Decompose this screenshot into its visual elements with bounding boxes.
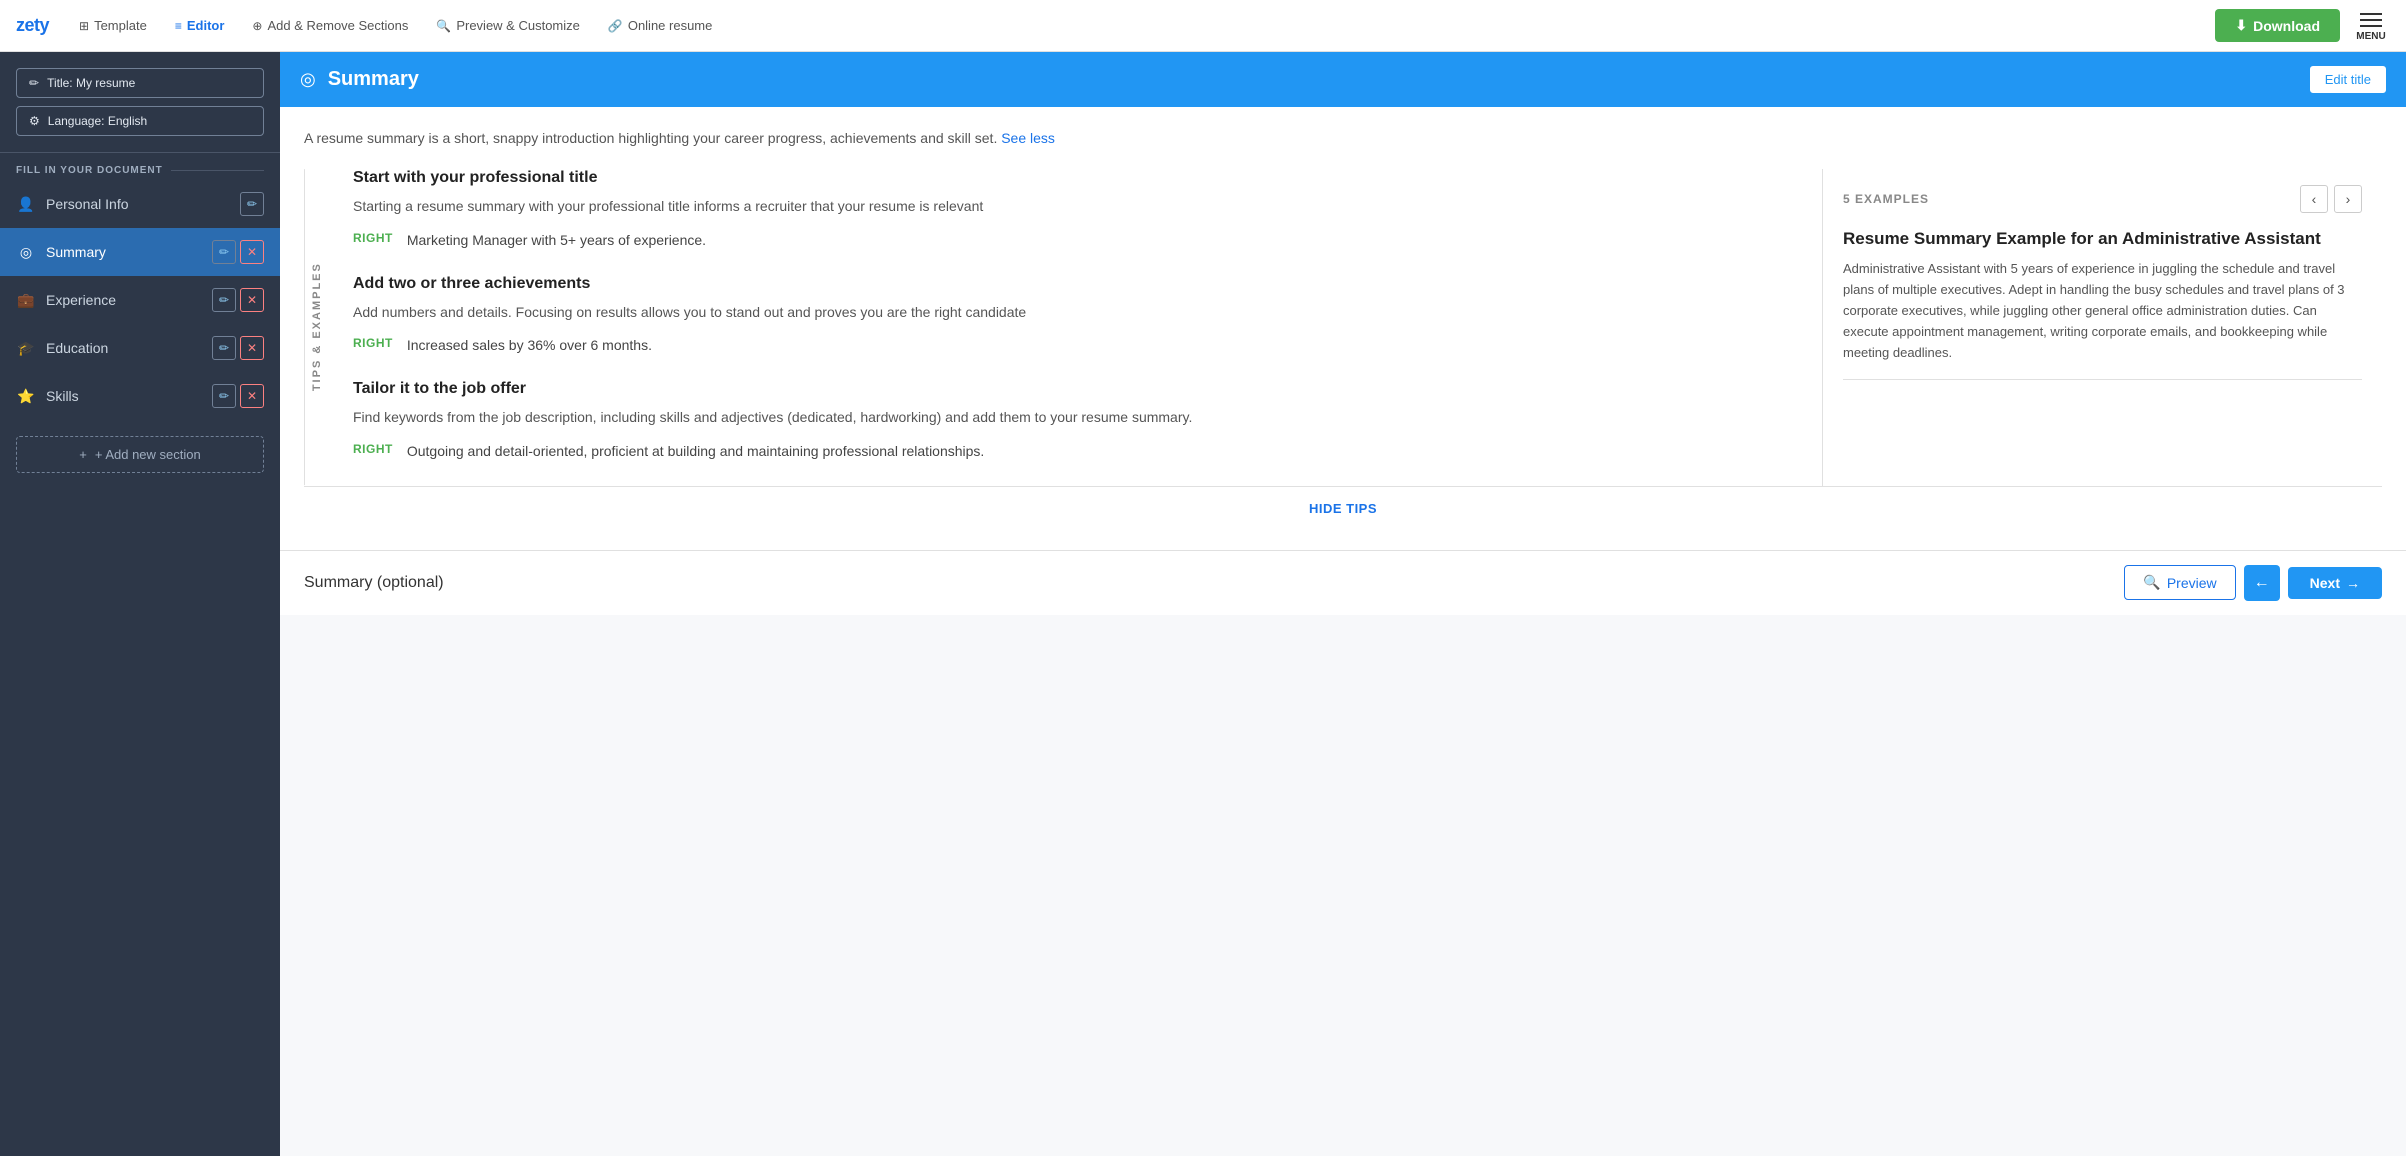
delete-summary-button[interactable]: ✕ bbox=[240, 240, 264, 264]
preview-customize-icon: 🔍 bbox=[436, 19, 451, 33]
sidebar-item-personal-info[interactable]: 👤 Personal Info ✏ bbox=[0, 180, 280, 228]
delete-experience-button[interactable]: ✕ bbox=[240, 288, 264, 312]
sidebar-item-experience[interactable]: 💼 Experience ✏ ✕ bbox=[0, 276, 280, 324]
title-button[interactable]: ✏ Title: My resume bbox=[16, 68, 264, 98]
examples-next-button[interactable]: › bbox=[2334, 185, 2362, 213]
top-navigation: zety ⊞ Template ≡ Editor ⊕ Add & Remove … bbox=[0, 0, 2406, 52]
nav-add-remove[interactable]: ⊕ Add & Remove Sections bbox=[242, 12, 418, 39]
hamburger-icon bbox=[2352, 9, 2390, 31]
graduation-icon: 🎓 bbox=[16, 340, 36, 357]
tip-2: Add two or three achievements Add number… bbox=[353, 275, 1798, 356]
language-button[interactable]: ⚙ Language: English bbox=[16, 106, 264, 136]
section-header: ◎ Summary Edit title bbox=[280, 52, 2406, 107]
plus-icon: + bbox=[79, 447, 87, 462]
sidebar: ✏ Title: My resume ⚙ Language: English F… bbox=[0, 52, 280, 1156]
summary-actions: ✏ ✕ bbox=[212, 240, 264, 264]
sidebar-item-skills[interactable]: ⭐ Skills ✏ ✕ bbox=[0, 372, 280, 420]
tip-2-example: RIGHT Increased sales by 36% over 6 mont… bbox=[353, 335, 1798, 356]
main-content: ◎ Summary Edit title A resume summary is… bbox=[280, 52, 2406, 1156]
skills-actions: ✏ ✕ bbox=[212, 384, 264, 408]
fill-label: FILL IN YOUR DOCUMENT bbox=[0, 153, 280, 180]
tip-3: Tailor it to the job offer Find keywords… bbox=[353, 380, 1798, 461]
logo: zety bbox=[16, 15, 49, 36]
content-area: A resume summary is a short, snappy intr… bbox=[280, 107, 2406, 550]
summary-optional-label: Summary (optional) bbox=[304, 574, 444, 592]
next-button[interactable]: Next → bbox=[2288, 567, 2382, 599]
download-icon: ⬇ bbox=[2235, 17, 2247, 34]
sidebar-top: ✏ Title: My resume ⚙ Language: English bbox=[0, 52, 280, 153]
globe-icon: ⚙ bbox=[29, 114, 40, 128]
preview-button[interactable]: 🔍 Preview bbox=[2124, 565, 2235, 600]
main-layout: ✏ Title: My resume ⚙ Language: English F… bbox=[0, 52, 2406, 1156]
tips-rotated-label: TIPS & EXAMPLES bbox=[304, 169, 329, 485]
section-header-icon: ◎ bbox=[300, 69, 316, 90]
hide-tips-bar[interactable]: HIDE TIPS bbox=[304, 486, 2382, 530]
bottom-actions: 🔍 Preview ← Next → bbox=[2124, 565, 2382, 601]
edit-personal-info-button[interactable]: ✏ bbox=[240, 192, 264, 216]
nav-preview-customize[interactable]: 🔍 Preview & Customize bbox=[426, 12, 590, 39]
edit-summary-button[interactable]: ✏ bbox=[212, 240, 236, 264]
example-divider bbox=[1843, 379, 2362, 380]
edit-education-button[interactable]: ✏ bbox=[212, 336, 236, 360]
briefcase-icon: 💼 bbox=[16, 292, 36, 309]
editor-icon: ≡ bbox=[175, 19, 182, 33]
edit-title-button[interactable]: Edit title bbox=[2310, 66, 2386, 93]
star-icon: ⭐ bbox=[16, 388, 36, 405]
delete-education-button[interactable]: ✕ bbox=[240, 336, 264, 360]
see-less-link[interactable]: See less bbox=[1001, 130, 1055, 146]
examples-header: 5 EXAMPLES ‹ › bbox=[1843, 185, 2362, 213]
tips-content: Start with your professional title Start… bbox=[329, 169, 1822, 485]
nav-editor[interactable]: ≡ Editor bbox=[165, 12, 235, 39]
intro-text: A resume summary is a short, snappy intr… bbox=[304, 127, 2382, 149]
download-button[interactable]: ⬇ Download bbox=[2215, 9, 2340, 42]
experience-actions: ✏ ✕ bbox=[212, 288, 264, 312]
back-button[interactable]: ← bbox=[2244, 565, 2280, 601]
preview-icon: 🔍 bbox=[2143, 574, 2160, 591]
personal-info-actions: ✏ bbox=[240, 192, 264, 216]
add-remove-icon: ⊕ bbox=[252, 19, 262, 33]
sidebar-item-education[interactable]: 🎓 Education ✏ ✕ bbox=[0, 324, 280, 372]
examples-panel: 5 EXAMPLES ‹ › Resume Summary Example fo… bbox=[1822, 169, 2382, 485]
menu-button[interactable]: MENU bbox=[2352, 9, 2390, 42]
tip-3-example: RIGHT Outgoing and detail-oriented, prof… bbox=[353, 441, 1798, 462]
edit-skills-button[interactable]: ✏ bbox=[212, 384, 236, 408]
tip-1: Start with your professional title Start… bbox=[353, 169, 1798, 250]
online-resume-icon: 🔗 bbox=[608, 19, 623, 33]
nav-right-actions: ⬇ Download MENU bbox=[2215, 9, 2390, 42]
pencil-icon: ✏ bbox=[29, 76, 39, 90]
nav-template[interactable]: ⊞ Template bbox=[69, 12, 157, 39]
education-actions: ✏ ✕ bbox=[212, 336, 264, 360]
delete-skills-button[interactable]: ✕ bbox=[240, 384, 264, 408]
sidebar-item-summary[interactable]: ◎ Summary ✏ ✕ bbox=[0, 228, 280, 276]
examples-navigation: ‹ › bbox=[2300, 185, 2362, 213]
person-icon: 👤 bbox=[16, 196, 36, 213]
summary-icon: ◎ bbox=[16, 244, 36, 261]
nav-online-resume[interactable]: 🔗 Online resume bbox=[598, 12, 723, 39]
edit-experience-button[interactable]: ✏ bbox=[212, 288, 236, 312]
tip-1-example: RIGHT Marketing Manager with 5+ years of… bbox=[353, 230, 1798, 251]
template-icon: ⊞ bbox=[79, 19, 89, 33]
tips-and-examples: TIPS & EXAMPLES Start with your professi… bbox=[304, 169, 2382, 485]
bottom-bar: Summary (optional) 🔍 Preview ← Next → bbox=[280, 550, 2406, 615]
examples-prev-button[interactable]: ‹ bbox=[2300, 185, 2328, 213]
add-section-button[interactable]: + + Add new section bbox=[16, 436, 264, 473]
